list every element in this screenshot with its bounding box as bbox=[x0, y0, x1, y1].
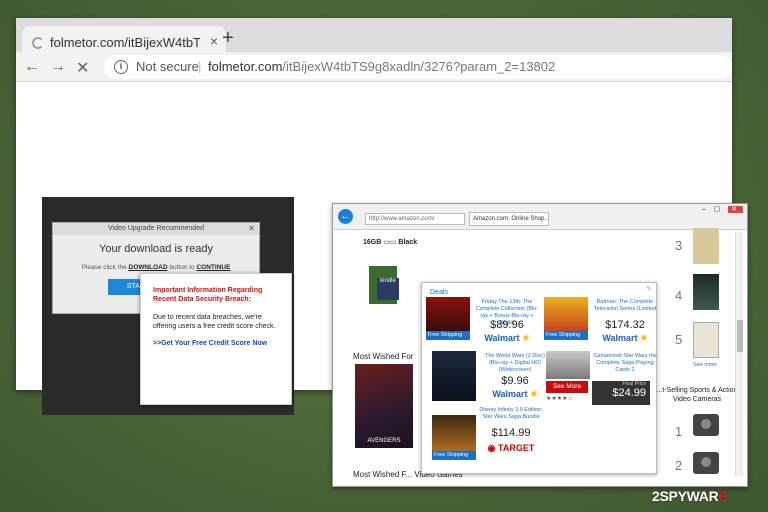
ie-window: ← http://www.amazon.com/ Amazon.com: Onl… bbox=[332, 203, 748, 487]
continue-word: CONTINUE bbox=[196, 264, 231, 271]
download-word: DOWNLOAD bbox=[128, 264, 168, 271]
instruction-mid: button to bbox=[169, 264, 195, 271]
target-bullseye-icon: ◉ bbox=[487, 443, 498, 453]
deal-desc-5[interactable]: Disney Infinity 3.0 Edition: Star Wars S… bbox=[478, 407, 544, 421]
shipping-badge: Free Shipping bbox=[544, 331, 588, 340]
rank-number: 5 bbox=[675, 332, 683, 347]
dialog-title: Video Upgrade Recommended bbox=[53, 223, 259, 235]
watermark-brand: SPYWAR bbox=[659, 488, 719, 504]
movie-title-art: AVENGERS bbox=[367, 438, 401, 444]
rank-number: 1 bbox=[675, 424, 683, 439]
watermark-logo: 2SPYWARE bbox=[652, 488, 728, 504]
deal-price-3: $9.96 bbox=[501, 375, 529, 387]
book-cover[interactable] bbox=[693, 322, 719, 358]
dialog-instruction: Please click the DOWNLOAD button to CONT… bbox=[53, 264, 259, 271]
walmart-logo: Walmart ✳ bbox=[482, 389, 548, 400]
address-separator: | bbox=[198, 59, 202, 74]
deal-price-1: $89.96 bbox=[490, 319, 524, 331]
deal-image-3[interactable] bbox=[432, 351, 476, 401]
ie-back-button[interactable]: ← bbox=[338, 209, 353, 224]
popup-body: Due to recent data breaches, we're offer… bbox=[153, 314, 276, 330]
deal-desc-4[interactable]: Cartamundi Star Wars the Complete Saga P… bbox=[592, 353, 658, 374]
close-ad-icon[interactable]: ✎ bbox=[646, 285, 652, 293]
store-name: Walmart bbox=[602, 333, 638, 343]
ie-scrollbar[interactable] bbox=[735, 232, 743, 476]
camera-thumb[interactable] bbox=[693, 414, 719, 436]
storage-option: 16GB ▭▭ Black bbox=[363, 239, 418, 246]
scroll-thumb[interactable] bbox=[737, 320, 743, 352]
most-wished-heading: Most Wished For bbox=[353, 352, 414, 361]
url-host: folmetor.com bbox=[208, 59, 283, 74]
deal-image-4[interactable] bbox=[546, 351, 590, 379]
dialog-heading: Your download is ready bbox=[99, 243, 213, 255]
walmart-spark-icon: ✳ bbox=[527, 389, 538, 399]
rank-number: 2 bbox=[675, 458, 683, 473]
kindle-thumb[interactable]: kindle bbox=[377, 278, 399, 300]
credit-score-link[interactable]: >>Get Your Free Credit Score Now bbox=[153, 340, 279, 347]
book-cover[interactable] bbox=[693, 228, 719, 264]
walmart-spark-icon: ✳ bbox=[519, 333, 530, 343]
deal-image-5[interactable] bbox=[432, 415, 476, 451]
rank-number: 4 bbox=[675, 288, 683, 303]
deals-label: Deals bbox=[430, 289, 448, 296]
rank-number: 3 bbox=[675, 238, 683, 253]
back-button[interactable]: ← bbox=[24, 58, 40, 76]
best-selling-heading: ...t-Selling Sports & Action Video Camer… bbox=[656, 387, 738, 403]
watermark-prefix: 2 bbox=[652, 488, 660, 504]
deal-desc-2[interactable]: Batman: The Complete Television Series (… bbox=[592, 299, 658, 313]
ie-toolbar: ← http://www.amazon.com/ Amazon.com: Onl… bbox=[333, 204, 747, 230]
address-bar[interactable]: i Not secure | folmetor.com/itBijexW4tbT… bbox=[104, 55, 732, 79]
window-controls[interactable]: – ▢ ✕ bbox=[702, 205, 743, 213]
final-price-box: Final Price $24.99 bbox=[592, 381, 650, 405]
close-icon[interactable]: ✕ bbox=[248, 224, 255, 233]
credit-score-popup[interactable]: Important Information Regarding Recent D… bbox=[140, 273, 292, 405]
target-logo: ◉ TARGET bbox=[478, 443, 544, 454]
camera-thumb[interactable] bbox=[693, 452, 719, 474]
loading-spinner-icon bbox=[32, 37, 44, 49]
tab-title: folmetor.com/itBijexW4tbTS9g8 bbox=[50, 35, 200, 50]
movie-cover[interactable]: AVENGERS bbox=[355, 364, 413, 448]
ie-address-bar[interactable]: http://www.amazon.com/ bbox=[365, 213, 465, 225]
store-name: TARGET bbox=[498, 443, 535, 453]
url-text[interactable]: folmetor.com/itBijexW4tbTS9g8xadln/3276?… bbox=[208, 59, 555, 74]
see-more-link[interactable]: See more bbox=[693, 362, 717, 368]
deal-price-5: $114.99 bbox=[491, 427, 531, 439]
walmart-spark-icon: ✳ bbox=[637, 333, 648, 343]
ie-tab[interactable]: Amazon.com: Online Shop... bbox=[469, 212, 549, 226]
store-name: Walmart bbox=[484, 333, 520, 343]
star-rating: ★★★★☆ bbox=[546, 396, 573, 402]
book-cover[interactable] bbox=[693, 274, 719, 310]
ie-close-icon[interactable]: ✕ bbox=[728, 206, 743, 213]
shipping-badge: Free Shipping bbox=[426, 331, 470, 340]
bestseller-column: 3 4 5 See more 1 2 bbox=[675, 228, 733, 482]
walmart-logo: Walmart ✳ bbox=[474, 333, 540, 344]
walmart-logo: Walmart ✳ bbox=[592, 333, 658, 344]
new-tab-button[interactable]: + bbox=[222, 27, 234, 50]
storage-label: 16GB bbox=[363, 239, 382, 246]
forward-button[interactable]: → bbox=[50, 58, 66, 76]
final-price-value: $24.99 bbox=[612, 387, 646, 399]
deal-price-2: $174.32 bbox=[605, 319, 645, 331]
shipping-badge: Free Shipping bbox=[432, 451, 476, 460]
close-tab-icon[interactable]: × bbox=[210, 33, 218, 49]
stop-loading-button[interactable]: ✕ bbox=[76, 58, 89, 78]
see-more-button[interactable]: See More bbox=[546, 381, 588, 393]
info-icon[interactable]: i bbox=[114, 60, 128, 74]
deal-desc-3[interactable]: The World Wars (2 Disc)(Blu-ray + Digita… bbox=[482, 353, 548, 374]
color-label: Black bbox=[398, 239, 418, 246]
instruction-prefix: Please click the bbox=[81, 264, 127, 271]
security-label: Not secure bbox=[136, 59, 199, 74]
url-path: /itBijexW4tbTS9g8xadln/3276?param_2=1380… bbox=[282, 59, 556, 74]
popup-headline: Important Information Regarding Recent D… bbox=[153, 287, 263, 303]
toolbar: ← → ✕ i Not secure | folmetor.com/itBije… bbox=[16, 52, 732, 82]
store-name: Walmart bbox=[492, 389, 528, 399]
deals-ad-panel: Deals ✎ Free Shipping Friday The 13th: T… bbox=[421, 282, 657, 474]
watermark-suffix: E bbox=[718, 488, 728, 504]
